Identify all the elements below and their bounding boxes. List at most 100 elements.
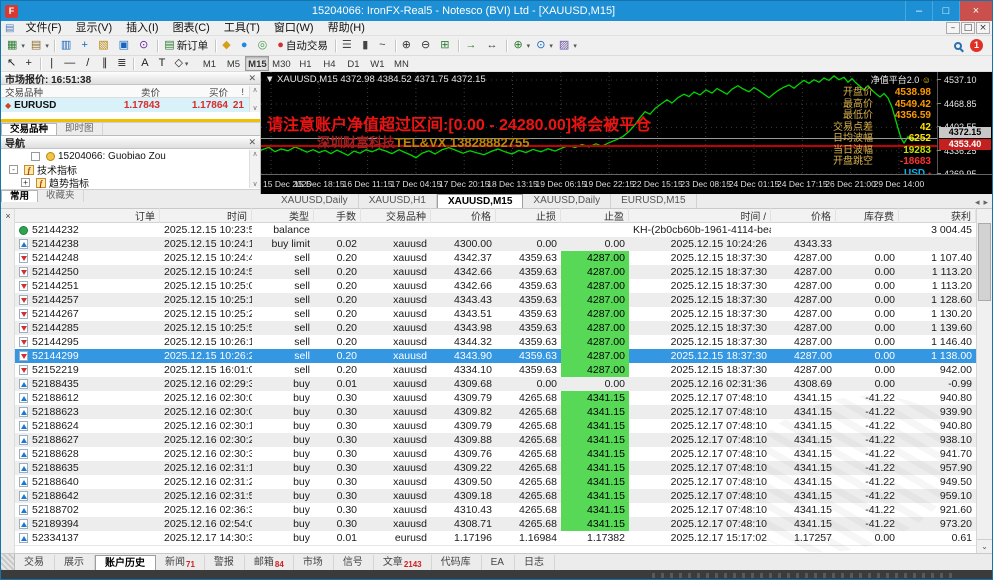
table-row[interactable]: 52152219 2025.12.15 16:01:09 sell 0.20 x… [15, 363, 976, 377]
chart-tab[interactable]: XAUUSD,H1 [359, 194, 437, 208]
toolbar-button[interactable] [215, 39, 217, 53]
terminal-tab[interactable]: 代码库 [432, 555, 482, 570]
market-watch-scrollbar[interactable]: ∧∨ [249, 86, 260, 112]
time-axis[interactable]: 15 Dec 202515 Dec 18:1516 Dec 11:1517 De… [261, 174, 992, 194]
chart-plot-area[interactable]: ▼ XAUUSD,M15 4372.98 4384.52 4371.75 437… [261, 72, 937, 174]
menu-item[interactable]: 插入(I) [119, 22, 165, 34]
column-header[interactable]: 时间 [160, 208, 252, 223]
drawing-tool-button[interactable]: ≣ [114, 55, 131, 72]
terminal-tab[interactable]: 展示 [55, 555, 95, 570]
toolbar-button[interactable]: ●自动交易 [274, 37, 333, 54]
table-row[interactable]: 52189394 2025.12.16 02:54:01 buy 0.30 xa… [15, 517, 976, 531]
toolbar-button[interactable]: ⊙▾ [533, 37, 556, 54]
restore-button[interactable]: □ [932, 1, 959, 21]
panel-grip[interactable] [1, 554, 15, 570]
table-row[interactable]: 52188624 2025.12.16 02:30:15 buy 0.30 xa… [15, 419, 976, 433]
market-watch-row[interactable]: ◆EURUSD 1.17843 1.17864 21 [1, 98, 260, 112]
table-row[interactable]: 52188627 2025.12.16 02:30:21 buy 0.30 xa… [15, 433, 976, 447]
chart-tab[interactable]: EURUSD,M15 [611, 194, 696, 208]
drawing-tool-button[interactable]: | [44, 55, 61, 72]
toolbar-button[interactable]: ◆ [219, 37, 237, 54]
tree-expand-icon[interactable]: + [21, 178, 30, 187]
market-watch-tab[interactable]: 即时图 [57, 123, 103, 135]
toolbar-button[interactable]: ▣ [116, 37, 136, 54]
drawing-tool-button[interactable]: ∥ [97, 55, 114, 72]
search-icon[interactable] [954, 42, 962, 50]
table-row[interactable]: 52144285 2025.12.15 10:25:54 sell 0.20 x… [15, 321, 976, 335]
menu-item[interactable]: 工具(T) [217, 22, 267, 34]
scrollbar-thumb[interactable] [978, 223, 991, 301]
column-header[interactable]: 价格 [431, 208, 496, 223]
table-row[interactable]: 52188640 2025.12.16 02:31:25 buy 0.30 xa… [15, 475, 976, 489]
drawing-tool-button[interactable]: ◇▾ [171, 55, 191, 72]
table-row[interactable]: 52144251 2025.12.15 10:25:00 sell 0.20 x… [15, 279, 976, 293]
minimize-button[interactable]: – [905, 1, 932, 21]
terminal-tab[interactable]: EA [482, 555, 515, 570]
timeframe-button[interactable]: W1 [365, 56, 389, 71]
terminal-tab[interactable]: 警报 [205, 555, 245, 570]
toolbar-button[interactable] [54, 39, 56, 53]
table-row[interactable]: 52144238 2025.12.15 10:24:10 buy limit 0… [15, 237, 976, 251]
column-header[interactable]: 手数 [314, 208, 361, 223]
column-header[interactable]: 订单 [15, 208, 160, 223]
toolbar-button[interactable]: ▨▾ [556, 37, 580, 54]
child-minimize-icon[interactable]: – [946, 22, 960, 34]
toolbar-button[interactable] [335, 39, 337, 53]
toolbar-button[interactable]: ⊕ [399, 37, 418, 54]
navigator-tab[interactable]: 常用 [1, 190, 38, 202]
toolbar-button[interactable]: ▥ [58, 37, 78, 54]
tree-expand-icon[interactable]: - [9, 165, 18, 174]
terminal-tab[interactable]: 交易 [15, 555, 55, 570]
toolbar-button[interactable]: ● [238, 37, 255, 54]
table-row[interactable]: 52188612 2025.12.16 02:30:00 buy 0.30 xa… [15, 391, 976, 405]
table-row[interactable]: 52188435 2025.12.16 02:29:30 buy 0.01 xa… [15, 377, 976, 391]
terminal-close-icon[interactable]: × [1, 209, 15, 221]
table-row[interactable]: 52188623 2025.12.16 02:30:09 buy 0.30 xa… [15, 405, 976, 419]
chart-tab[interactable]: XAUUSD,Daily [271, 194, 359, 208]
chart-tab[interactable]: XAUUSD,M15 [437, 194, 523, 208]
terminal-tab[interactable]: 信号 [334, 555, 374, 570]
price-scale[interactable]: 4537.104468.854402.554336.254269.95 4372… [937, 72, 992, 174]
toolbar-button[interactable] [395, 39, 397, 53]
column-header[interactable]: 获利 [899, 208, 976, 223]
table-row[interactable]: 52144250 2025.12.15 10:24:55 sell 0.20 x… [15, 265, 976, 279]
toolbar-button[interactable]: ☰ [339, 37, 359, 54]
terminal-tab[interactable]: 账户历史 [95, 555, 156, 570]
column-header[interactable]: 价格 [771, 208, 836, 223]
drawing-tool-button[interactable] [40, 57, 42, 71]
column-header[interactable]: 交易品种 [361, 208, 431, 223]
timeframe-button[interactable]: H4 [317, 56, 341, 71]
menu-item[interactable]: 窗口(W) [267, 22, 321, 34]
column-header[interactable]: 止盈 [561, 208, 629, 223]
scroll-down-icon[interactable]: ⌄ [977, 539, 992, 553]
toolbar-button[interactable]: ~ [376, 37, 393, 54]
table-row[interactable]: 52144257 2025.12.15 10:25:12 sell 0.20 x… [15, 293, 976, 307]
chart-tab[interactable]: XAUUSD,Daily [523, 194, 611, 208]
drawing-tool-button[interactable] [133, 57, 135, 71]
table-row[interactable]: 52144295 2025.12.15 10:26:13 sell 0.20 x… [15, 335, 976, 349]
column-header[interactable]: 止损 [496, 208, 561, 223]
drawing-tool-button[interactable]: — [61, 55, 80, 72]
market-watch-tab[interactable]: 交易品种 [1, 123, 57, 135]
navigator-tree-item[interactable]: - f 技术指标 [1, 163, 260, 176]
toolbar-button[interactable]: ▧ [95, 37, 115, 54]
table-row[interactable]: 52144267 2025.12.15 10:25:25 sell 0.20 x… [15, 307, 976, 321]
column-header[interactable]: 库存费 [836, 208, 899, 223]
timeframe-button[interactable]: M5 [221, 56, 245, 71]
table-row[interactable]: 52188628 2025.12.16 02:30:30 buy 0.30 xa… [15, 447, 976, 461]
terminal-tab[interactable]: 日志 [515, 555, 555, 570]
navigator-tab[interactable]: 收藏夹 [38, 190, 84, 202]
drawing-tool-button[interactable]: + [21, 55, 38, 72]
tab-scroll-right-icon[interactable]: ▸ [983, 197, 988, 208]
menu-item[interactable]: 图表(C) [166, 22, 217, 34]
toolbar-button[interactable]: + [78, 37, 95, 54]
timeframe-button[interactable]: M1 [197, 56, 221, 71]
terminal-tab[interactable]: 新闻71 [156, 555, 205, 570]
toolbar-button[interactable]: ◎ [255, 37, 275, 54]
toolbar-button[interactable]: ⊖ [418, 37, 437, 54]
toolbar-button[interactable]: → [462, 37, 483, 54]
toolbar-button[interactable] [506, 39, 508, 53]
menu-item[interactable]: 显示(V) [69, 22, 120, 34]
drawing-tool-button[interactable]: A [137, 55, 154, 72]
navigator-scrollbar[interactable]: ∧∨ [249, 150, 260, 188]
